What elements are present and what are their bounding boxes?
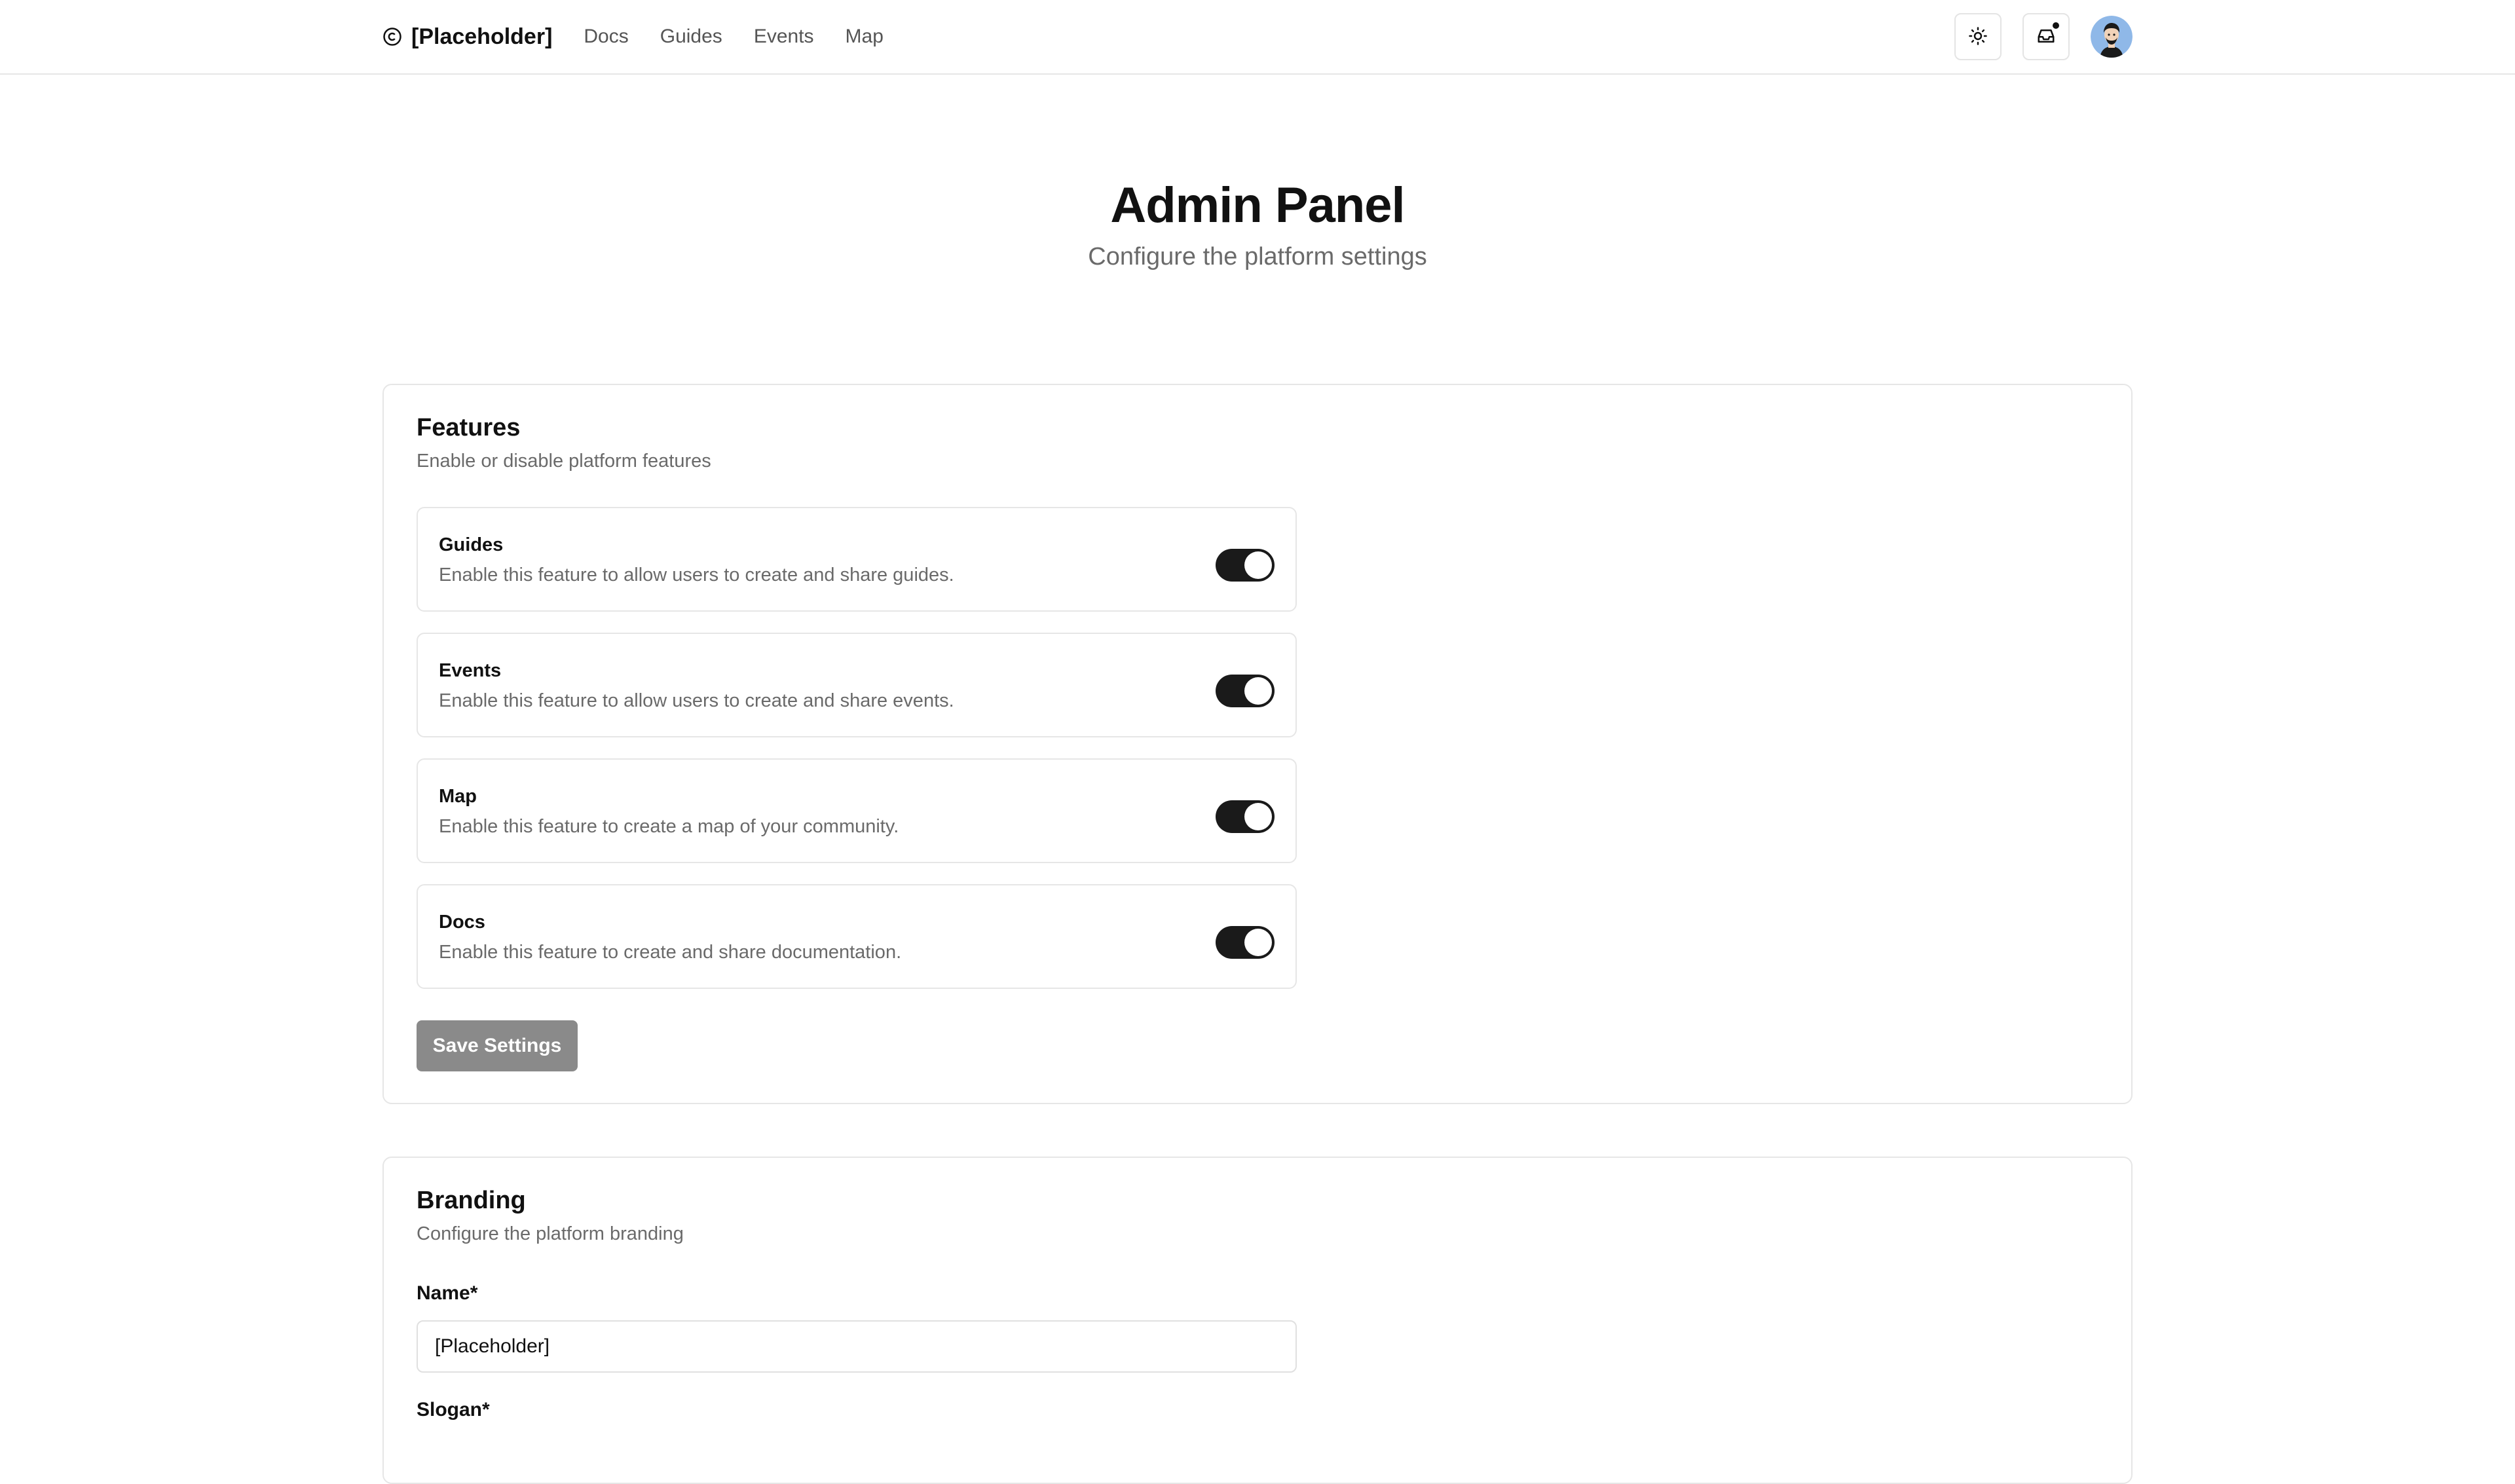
features-title: Features: [417, 414, 521, 441]
name-input[interactable]: [417, 1320, 1297, 1373]
top-nav-inner: [Placeholder] Docs Guides Events Map: [382, 0, 2133, 73]
nav-link-events[interactable]: Events: [754, 26, 814, 48]
branding-card: Branding Configure the platform branding…: [382, 1157, 2133, 1484]
nav-link-map[interactable]: Map: [846, 26, 884, 48]
guides-toggle[interactable]: [1216, 549, 1275, 582]
notification-dot: [2051, 21, 2060, 30]
branding-title: Branding: [417, 1187, 526, 1214]
page-subtitle: Configure the platform settings: [1088, 243, 1427, 270]
toggle-knob: [1244, 929, 1272, 956]
nav-link-docs[interactable]: Docs: [584, 26, 628, 48]
docs-toggle[interactable]: [1216, 926, 1275, 959]
feature-description: Enable this feature to allow users to cr…: [439, 690, 954, 711]
brand-name: [Placeholder]: [411, 24, 553, 49]
nav-actions: [1954, 13, 2133, 60]
feature-description: Enable this feature to create and share …: [439, 942, 902, 963]
nav-link-guides[interactable]: Guides: [660, 26, 722, 48]
toggle-knob: [1244, 803, 1272, 830]
events-toggle[interactable]: [1216, 675, 1275, 707]
feature-description: Enable this feature to allow users to cr…: [439, 565, 954, 585]
inbox-button[interactable]: [2022, 13, 2070, 60]
features-card: Features Enable or disable platform feat…: [382, 384, 2133, 1104]
toggle-knob: [1244, 551, 1272, 579]
feature-row-docs: Docs Enable this feature to create and s…: [417, 884, 1297, 989]
feature-row-guides: Guides Enable this feature to allow user…: [417, 507, 1297, 612]
name-label: Name*: [417, 1282, 478, 1304]
nav-links: Docs Guides Events Map: [584, 26, 884, 48]
toggle-knob: [1244, 677, 1272, 705]
feature-description: Enable this feature to create a map of y…: [439, 816, 899, 837]
feature-row-map: Map Enable this feature to create a map …: [417, 758, 1297, 863]
page-title: Admin Panel: [1110, 177, 1405, 233]
brand-link[interactable]: [Placeholder]: [382, 24, 552, 50]
feature-name: Events: [439, 660, 502, 681]
map-toggle[interactable]: [1216, 800, 1275, 833]
features-description: Enable or disable platform features: [417, 451, 711, 472]
branding-description: Configure the platform branding: [417, 1223, 684, 1244]
theme-toggle-button[interactable]: [1954, 13, 2002, 60]
feature-name: Docs: [439, 912, 485, 933]
feature-name: Map: [439, 786, 477, 807]
save-settings-button[interactable]: Save Settings: [417, 1020, 578, 1071]
feature-name: Guides: [439, 534, 504, 555]
feature-row-events: Events Enable this feature to allow user…: [417, 633, 1297, 737]
slogan-label: Slogan*: [417, 1399, 490, 1420]
sun-icon: [1968, 26, 1988, 48]
page-header: Admin Panel Configure the platform setti…: [0, 176, 2515, 272]
user-avatar[interactable]: [2091, 16, 2133, 58]
copyright-circle-icon: [382, 27, 402, 46]
top-nav: [Placeholder] Docs Guides Events Map: [0, 0, 2515, 75]
